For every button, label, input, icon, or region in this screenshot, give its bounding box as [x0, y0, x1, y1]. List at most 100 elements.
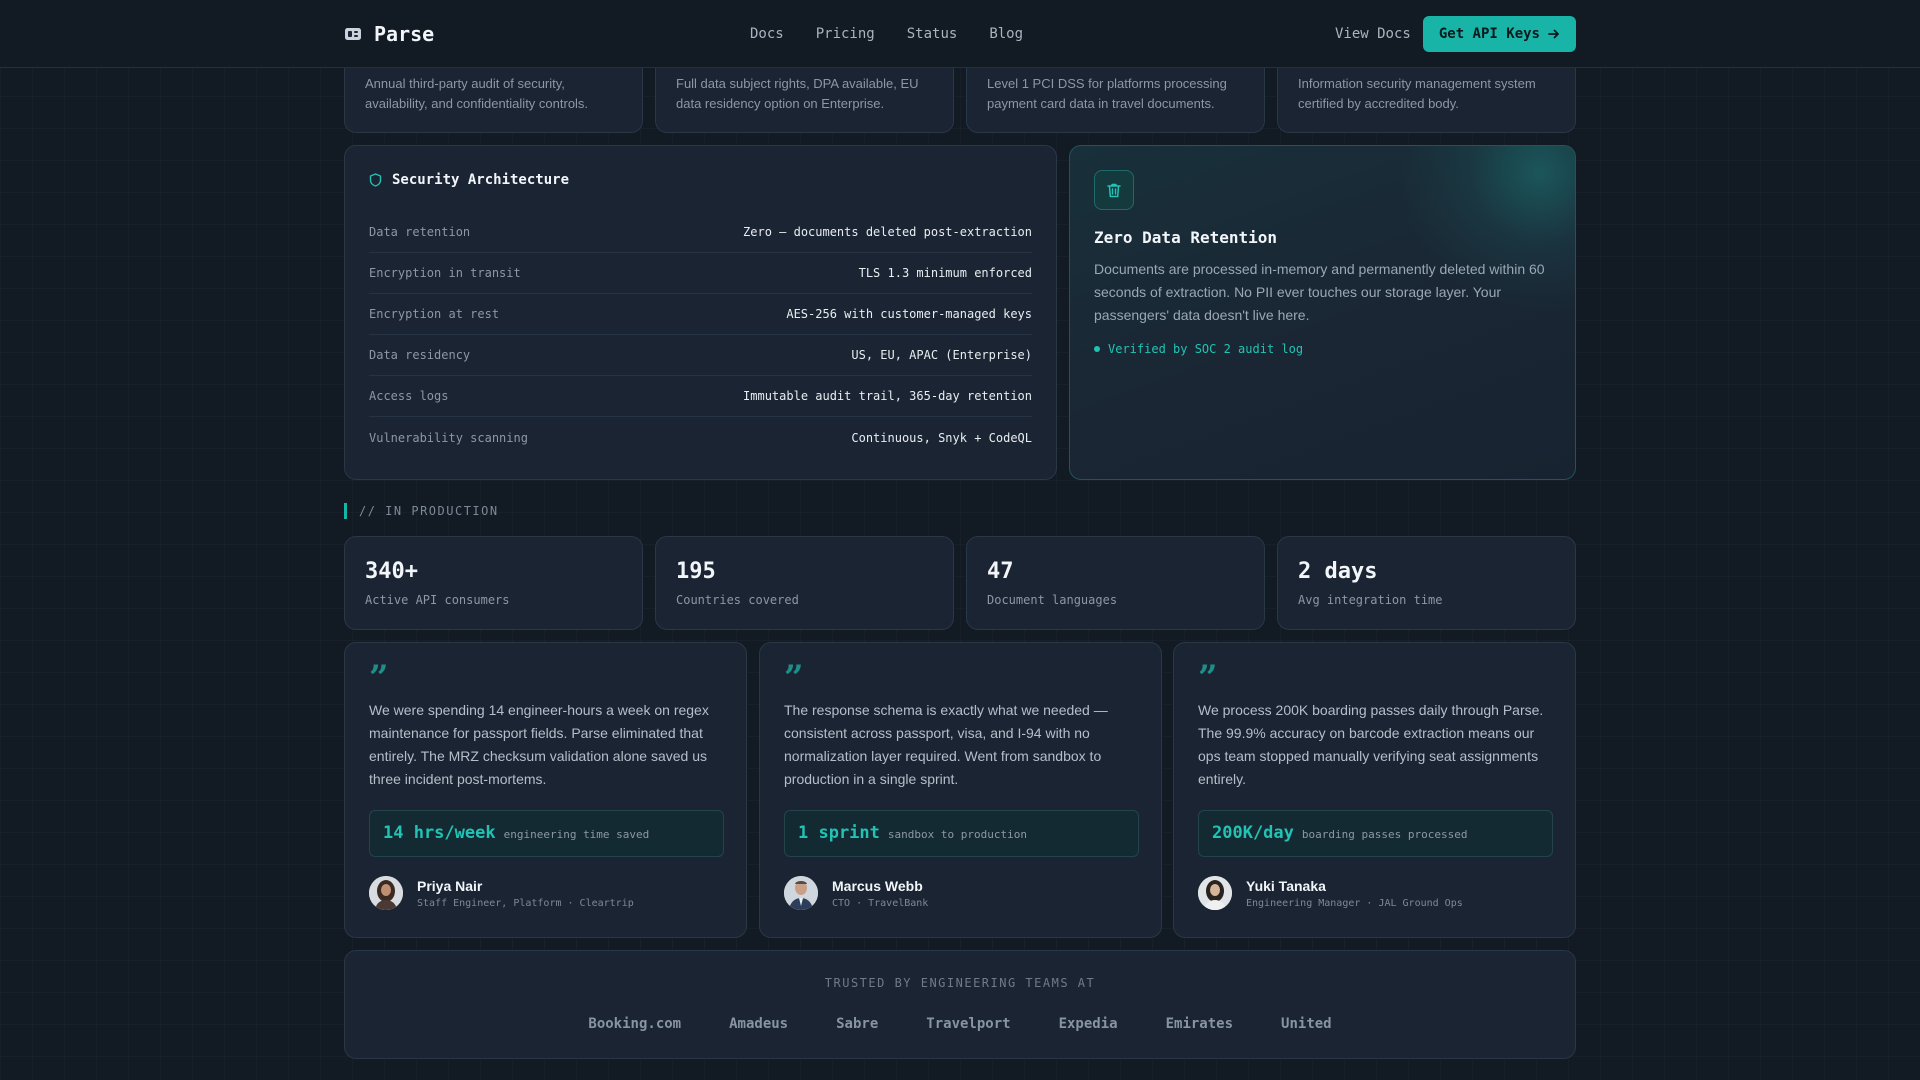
- metric-value: 200K/day: [1212, 823, 1294, 843]
- stat-card: 2 days Avg integration time: [1277, 536, 1576, 630]
- customer-logos: Booking.com Amadeus Sabre Travelport Exp…: [345, 1016, 1575, 1032]
- logo-sabre: Sabre: [836, 1016, 879, 1032]
- cert-desc: Information security management system c…: [1298, 76, 1536, 111]
- trash-icon-box: [1094, 170, 1134, 210]
- security-row: Encryption at rest AES-256 with customer-…: [369, 294, 1032, 335]
- trash-icon: [1107, 183, 1121, 197]
- security-value: Zero — documents deleted post-extraction: [743, 225, 1032, 239]
- cert-desc: Full data subject rights, DPA available,…: [676, 76, 919, 111]
- security-rows: Data retention Zero — documents deleted p…: [369, 212, 1032, 458]
- testimonial-quote: We process 200K boarding passes daily th…: [1198, 702, 1544, 787]
- metric-label: boarding passes processed: [1301, 828, 1468, 841]
- testimonial-author: Priya Nair Staff Engineer, Platform · Cl…: [369, 876, 634, 910]
- metric-value: 1 sprint: [798, 823, 880, 843]
- testimonial-quote: The response schema is exactly what we n…: [784, 702, 1108, 787]
- testimonial-quote: We were spending 14 engineer-hours a wee…: [369, 702, 709, 787]
- author-name: Yuki Tanaka: [1246, 877, 1326, 894]
- security-key: Encryption in transit: [369, 266, 521, 280]
- accent-bar: [344, 503, 347, 519]
- trusted-title: TRUSTED BY ENGINEERING TEAMS AT: [824, 976, 1096, 990]
- testimonial-metric: 1 sprint sandbox to production: [784, 810, 1139, 857]
- logo-expedia: Expedia: [1058, 1016, 1118, 1032]
- zero-data-retention-card: Zero Data Retention Documents are proces…: [1069, 145, 1576, 480]
- author-role: Engineering Manager · JAL Ground Ops: [1246, 897, 1463, 909]
- person-avatar-icon: [784, 876, 818, 910]
- zdr-verified-text: Verified by SOC 2 audit log: [1108, 342, 1304, 356]
- logo-travelport: Travelport: [926, 1016, 1011, 1032]
- security-key: Vulnerability scanning: [369, 430, 528, 445]
- avatar: [369, 876, 403, 910]
- logo-booking: Booking.com: [588, 1016, 682, 1032]
- author-role: Staff Engineer, Platform · Cleartrip: [417, 897, 634, 909]
- metric-label: sandbox to production: [887, 828, 1027, 841]
- security-value: TLS 1.3 minimum enforced: [858, 266, 1032, 280]
- stat-label: Avg integration time: [1298, 593, 1443, 607]
- parse-logo-icon: [345, 28, 361, 40]
- stat-value: 340+: [365, 559, 418, 584]
- security-row: Vulnerability scanning Continuous, Snyk +…: [369, 417, 1032, 458]
- security-title: Security Architecture: [392, 172, 570, 188]
- avatar: [1198, 876, 1232, 910]
- nav-link-blog[interactable]: Blog: [989, 26, 1023, 42]
- zdr-description: Documents are processed in-memory and pe…: [1094, 261, 1545, 323]
- testimonial-author: Yuki Tanaka Engineering Manager · JAL Gr…: [1198, 876, 1463, 910]
- testimonial-card: ” The response schema is exactly what we…: [759, 642, 1162, 938]
- status-dot-icon: [1094, 346, 1100, 352]
- security-value: Immutable audit trail, 365-day retention: [743, 389, 1032, 403]
- get-api-keys-button[interactable]: Get API Keys: [1422, 16, 1576, 52]
- security-value: Continuous, Snyk + CodeQL: [851, 430, 1032, 445]
- person-avatar-icon: [1198, 876, 1232, 910]
- top-nav: Parse Docs Pricing Status Blog View Docs…: [0, 0, 1920, 68]
- author-role: CTO · TravelBank: [832, 897, 929, 909]
- nav-link-docs[interactable]: Docs: [750, 26, 784, 42]
- trusted-by-card: TRUSTED BY ENGINEERING TEAMS AT Booking.…: [344, 950, 1576, 1059]
- person-avatar-icon: [369, 876, 403, 910]
- security-architecture-card: Security Architecture Data retention Zero…: [344, 145, 1057, 480]
- security-row: Data retention Zero — documents deleted p…: [369, 212, 1032, 253]
- nav-link-pricing[interactable]: Pricing: [816, 26, 875, 42]
- nav-link-status[interactable]: Status: [907, 26, 958, 42]
- security-row: Access logs Immutable audit trail, 365-da…: [369, 376, 1032, 417]
- quote-icon: ”: [369, 658, 389, 698]
- testimonial-metric: 200K/day boarding passes processed: [1198, 810, 1553, 857]
- metric-value: 14 hrs/week: [383, 823, 496, 843]
- testimonial-card: ” We were spending 14 engineer-hours a w…: [344, 642, 747, 938]
- get-api-keys-label: Get API Keys: [1438, 26, 1540, 42]
- cert-desc: Annual third-party audit of security, av…: [365, 76, 589, 111]
- stat-card: 340+ Active API consumers: [344, 536, 643, 630]
- security-value: AES-256 with customer-managed keys: [786, 307, 1032, 321]
- in-production-label: // IN PRODUCTION: [344, 503, 499, 519]
- security-row: Data residency US, EU, APAC (Enterprise): [369, 335, 1032, 376]
- brand-name: Parse: [374, 22, 435, 46]
- security-key: Data residency: [369, 348, 471, 362]
- avatar: [784, 876, 818, 910]
- testimonial-metric: 14 hrs/week engineering time saved: [369, 810, 724, 857]
- stat-value: 47: [987, 559, 1014, 584]
- stat-card: 47 Document languages: [966, 536, 1265, 630]
- view-docs-link[interactable]: View Docs: [1335, 26, 1411, 42]
- cert-desc: Level 1 PCI DSS for platforms processing…: [987, 76, 1227, 111]
- author-name: Priya Nair: [417, 877, 483, 894]
- quote-icon: ”: [1198, 658, 1218, 698]
- security-value: US, EU, APAC (Enterprise): [851, 348, 1032, 362]
- arrow-right-icon: [1548, 29, 1559, 39]
- security-key: Data retention: [369, 225, 471, 239]
- testimonial-author: Marcus Webb CTO · TravelBank: [784, 876, 928, 910]
- stat-value: 2 days: [1298, 559, 1378, 584]
- quote-icon: ”: [784, 658, 804, 698]
- stat-value: 195: [676, 559, 716, 584]
- logo-amadeus: Amadeus: [729, 1016, 789, 1032]
- logo-emirates: Emirates: [1165, 1016, 1234, 1032]
- security-key: Access logs: [369, 389, 449, 403]
- stat-label: Countries covered: [676, 593, 799, 607]
- section-label-text: // IN PRODUCTION: [359, 504, 499, 518]
- stat-card: 195 Countries covered: [655, 536, 954, 630]
- author-name: Marcus Webb: [832, 877, 923, 894]
- brand[interactable]: Parse: [344, 22, 434, 46]
- security-row: Encryption in transit TLS 1.3 minimum enf…: [369, 253, 1032, 294]
- metric-label: engineering time saved: [503, 828, 650, 841]
- zdr-verified-badge: Verified by SOC 2 audit log: [1094, 342, 1303, 356]
- logo-united: United: [1281, 1016, 1332, 1032]
- shield-icon: [369, 173, 382, 187]
- nav-links: Docs Pricing Status Blog: [750, 26, 1023, 42]
